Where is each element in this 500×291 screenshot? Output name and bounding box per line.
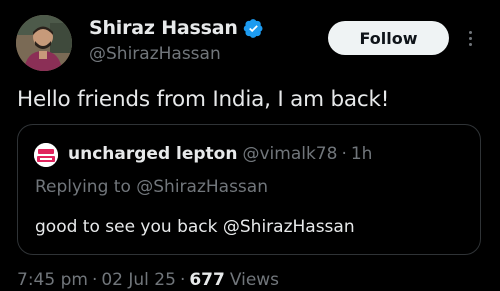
quoted-timestamp[interactable]: 1h (351, 143, 373, 165)
more-options-icon[interactable] (462, 26, 478, 50)
quoted-avatar-image (34, 143, 58, 167)
views-count: 677 (189, 270, 225, 290)
meta-separator: · (91, 270, 98, 290)
quoted-handle[interactable]: @vimalk78 (242, 143, 337, 165)
replying-prefix: Replying to (35, 177, 131, 197)
views-label: Views (229, 270, 280, 290)
author-display-name[interactable]: Shiraz Hassan (89, 17, 238, 39)
follow-button[interactable]: Follow (328, 21, 449, 55)
more-dot (468, 36, 472, 40)
verified-badge-icon[interactable] (243, 18, 264, 39)
quoted-header: uncharged lepton @vimalk78 · 1h (68, 143, 372, 165)
author-avatar[interactable] (16, 15, 72, 71)
replying-to: Replying to @ShirazHassan (35, 176, 268, 198)
quoted-author-avatar[interactable] (34, 143, 58, 167)
meta-separator: · (179, 270, 186, 290)
quoted-tweet-text: good to see you back @ShirazHassan (35, 217, 355, 237)
replying-handle-link[interactable]: @ShirazHassan (136, 177, 268, 197)
tweet-date[interactable]: 02 Jul 25 (101, 269, 176, 291)
tweet-meta: 7:45 pm · 02 Jul 25 · 677 Views (17, 269, 279, 291)
quoted-display-name[interactable]: uncharged lepton (68, 143, 237, 165)
more-dot (468, 30, 472, 34)
author-name-row: Shiraz Hassan (89, 17, 264, 39)
author-avatar-image (16, 15, 72, 71)
quoted-separator: · (341, 144, 347, 164)
tweet-text: Hello friends from India, I am back! (17, 87, 390, 112)
tweet-time[interactable]: 7:45 pm (17, 269, 88, 291)
more-dot (468, 42, 472, 46)
quoted-tweet-card[interactable]: uncharged lepton @vimalk78 · 1h Replying… (17, 124, 481, 255)
author-handle[interactable]: @ShirazHassan (89, 44, 221, 64)
